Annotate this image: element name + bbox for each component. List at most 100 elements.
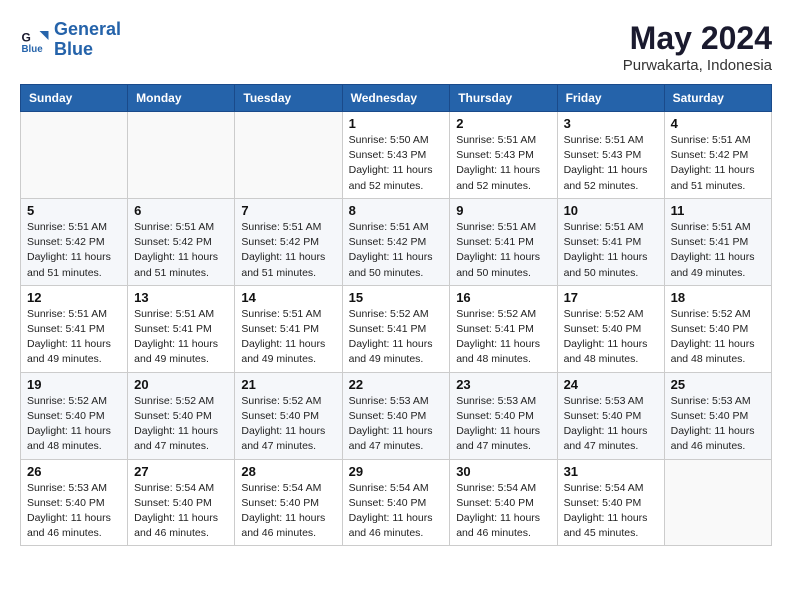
page-header: G Blue General Blue May 2024 Purwakarta,… [20, 20, 772, 74]
day-number: 29 [349, 464, 444, 479]
calendar-week-row: 5 Sunrise: 5:51 AM Sunset: 5:42 PM Daylig… [21, 198, 772, 285]
day-info: Sunrise: 5:54 AM Sunset: 5:40 PM Dayligh… [456, 481, 550, 542]
day-info: Sunrise: 5:51 AM Sunset: 5:42 PM Dayligh… [134, 220, 228, 281]
calendar-cell: 5 Sunrise: 5:51 AM Sunset: 5:42 PM Daylig… [21, 198, 128, 285]
calendar-cell: 22 Sunrise: 5:53 AM Sunset: 5:40 PM Dayli… [342, 372, 450, 459]
day-number: 19 [27, 377, 121, 392]
day-info: Sunrise: 5:51 AM Sunset: 5:42 PM Dayligh… [27, 220, 121, 281]
calendar-week-row: 1 Sunrise: 5:50 AM Sunset: 5:43 PM Daylig… [21, 112, 772, 199]
day-info: Sunrise: 5:50 AM Sunset: 5:43 PM Dayligh… [349, 133, 444, 194]
col-header-friday: Friday [557, 85, 664, 112]
day-number: 7 [241, 203, 335, 218]
calendar-cell: 12 Sunrise: 5:51 AM Sunset: 5:41 PM Dayli… [21, 285, 128, 372]
col-header-thursday: Thursday [450, 85, 557, 112]
day-number: 2 [456, 116, 550, 131]
calendar-cell: 23Sunrise: 5:53 AM Sunset: 5:40 PM Dayli… [450, 372, 557, 459]
day-number: 18 [671, 290, 765, 305]
calendar-cell: 7Sunrise: 5:51 AM Sunset: 5:42 PM Daylig… [235, 198, 342, 285]
day-number: 6 [134, 203, 228, 218]
day-number: 27 [134, 464, 228, 479]
day-info: Sunrise: 5:51 AM Sunset: 5:43 PM Dayligh… [564, 133, 658, 194]
calendar-cell: 10 Sunrise: 5:51 AM Sunset: 5:41 PM Dayli… [557, 198, 664, 285]
calendar-cell: 6 Sunrise: 5:51 AM Sunset: 5:42 PM Daylig… [128, 198, 235, 285]
day-info: Sunrise: 5:53 AM Sunset: 5:40 PM Dayligh… [456, 394, 550, 455]
calendar-cell [21, 112, 128, 199]
logo-icon: G Blue [20, 25, 50, 55]
day-info: Sunrise: 5:52 AM Sunset: 5:40 PM Dayligh… [671, 307, 765, 368]
col-header-monday: Monday [128, 85, 235, 112]
svg-text:Blue: Blue [22, 44, 44, 55]
day-info: Sunrise: 5:51 AM Sunset: 5:41 PM Dayligh… [134, 307, 228, 368]
calendar-table: SundayMondayTuesdayWednesdayThursdayFrid… [20, 84, 772, 546]
day-number: 24 [564, 377, 658, 392]
day-info: Sunrise: 5:53 AM Sunset: 5:40 PM Dayligh… [671, 394, 765, 455]
day-number: 16 [456, 290, 550, 305]
day-number: 13 [134, 290, 228, 305]
day-number: 1 [349, 116, 444, 131]
day-info: Sunrise: 5:51 AM Sunset: 5:41 PM Dayligh… [564, 220, 658, 281]
day-number: 5 [27, 203, 121, 218]
day-number: 14 [241, 290, 335, 305]
month-year-title: May 2024 [623, 20, 772, 57]
day-info: Sunrise: 5:51 AM Sunset: 5:41 PM Dayligh… [241, 307, 335, 368]
logo: G Blue General Blue [20, 20, 121, 60]
calendar-cell: 31Sunrise: 5:54 AM Sunset: 5:40 PM Dayli… [557, 459, 664, 546]
calendar-cell: 13 Sunrise: 5:51 AM Sunset: 5:41 PM Dayli… [128, 285, 235, 372]
day-number: 22 [349, 377, 444, 392]
day-number: 4 [671, 116, 765, 131]
day-info: Sunrise: 5:52 AM Sunset: 5:40 PM Dayligh… [564, 307, 658, 368]
day-number: 9 [456, 203, 550, 218]
calendar-cell: 3 Sunrise: 5:51 AM Sunset: 5:43 PM Daylig… [557, 112, 664, 199]
day-number: 3 [564, 116, 658, 131]
day-info: Sunrise: 5:52 AM Sunset: 5:40 PM Dayligh… [241, 394, 335, 455]
location-subtitle: Purwakarta, Indonesia [623, 57, 772, 74]
calendar-cell [664, 459, 771, 546]
logo-text-general: General [54, 20, 121, 40]
calendar-cell: 27 Sunrise: 5:54 AM Sunset: 5:40 PM Dayli… [128, 459, 235, 546]
calendar-cell: 2Sunrise: 5:51 AM Sunset: 5:43 PM Daylig… [450, 112, 557, 199]
calendar-week-row: 19 Sunrise: 5:52 AM Sunset: 5:40 PM Dayli… [21, 372, 772, 459]
calendar-header-row: SundayMondayTuesdayWednesdayThursdayFrid… [21, 85, 772, 112]
day-info: Sunrise: 5:53 AM Sunset: 5:40 PM Dayligh… [349, 394, 444, 455]
day-info: Sunrise: 5:51 AM Sunset: 5:41 PM Dayligh… [671, 220, 765, 281]
day-info: Sunrise: 5:53 AM Sunset: 5:40 PM Dayligh… [27, 481, 121, 542]
col-header-tuesday: Tuesday [235, 85, 342, 112]
calendar-cell: 11 Sunrise: 5:51 AM Sunset: 5:41 PM Dayli… [664, 198, 771, 285]
calendar-week-row: 26 Sunrise: 5:53 AM Sunset: 5:40 PM Dayli… [21, 459, 772, 546]
day-info: Sunrise: 5:52 AM Sunset: 5:41 PM Dayligh… [456, 307, 550, 368]
day-info: Sunrise: 5:52 AM Sunset: 5:40 PM Dayligh… [27, 394, 121, 455]
day-number: 10 [564, 203, 658, 218]
calendar-cell [235, 112, 342, 199]
day-number: 8 [349, 203, 444, 218]
calendar-cell: 16 Sunrise: 5:52 AM Sunset: 5:41 PM Dayli… [450, 285, 557, 372]
day-info: Sunrise: 5:54 AM Sunset: 5:40 PM Dayligh… [349, 481, 444, 542]
calendar-cell: 15 Sunrise: 5:52 AM Sunset: 5:41 PM Dayli… [342, 285, 450, 372]
day-number: 21 [241, 377, 335, 392]
calendar-cell: 19 Sunrise: 5:52 AM Sunset: 5:40 PM Dayli… [21, 372, 128, 459]
calendar-week-row: 12 Sunrise: 5:51 AM Sunset: 5:41 PM Dayli… [21, 285, 772, 372]
calendar-cell: 21 Sunrise: 5:52 AM Sunset: 5:40 PM Dayli… [235, 372, 342, 459]
calendar-cell: 1 Sunrise: 5:50 AM Sunset: 5:43 PM Daylig… [342, 112, 450, 199]
day-info: Sunrise: 5:54 AM Sunset: 5:40 PM Dayligh… [564, 481, 658, 542]
day-number: 11 [671, 203, 765, 218]
calendar-cell: 17Sunrise: 5:52 AM Sunset: 5:40 PM Dayli… [557, 285, 664, 372]
col-header-wednesday: Wednesday [342, 85, 450, 112]
day-info: Sunrise: 5:54 AM Sunset: 5:40 PM Dayligh… [134, 481, 228, 542]
day-number: 26 [27, 464, 121, 479]
calendar-cell: 28Sunrise: 5:54 AM Sunset: 5:40 PM Dayli… [235, 459, 342, 546]
day-info: Sunrise: 5:51 AM Sunset: 5:42 PM Dayligh… [349, 220, 444, 281]
calendar-cell: 8 Sunrise: 5:51 AM Sunset: 5:42 PM Daylig… [342, 198, 450, 285]
day-info: Sunrise: 5:51 AM Sunset: 5:42 PM Dayligh… [671, 133, 765, 194]
day-number: 25 [671, 377, 765, 392]
calendar-cell [128, 112, 235, 199]
col-header-saturday: Saturday [664, 85, 771, 112]
day-info: Sunrise: 5:51 AM Sunset: 5:41 PM Dayligh… [27, 307, 121, 368]
day-info: Sunrise: 5:52 AM Sunset: 5:40 PM Dayligh… [134, 394, 228, 455]
calendar-cell: 14 Sunrise: 5:51 AM Sunset: 5:41 PM Dayli… [235, 285, 342, 372]
day-number: 12 [27, 290, 121, 305]
day-number: 20 [134, 377, 228, 392]
day-number: 15 [349, 290, 444, 305]
day-number: 28 [241, 464, 335, 479]
svg-text:G: G [22, 30, 31, 44]
day-info: Sunrise: 5:52 AM Sunset: 5:41 PM Dayligh… [349, 307, 444, 368]
